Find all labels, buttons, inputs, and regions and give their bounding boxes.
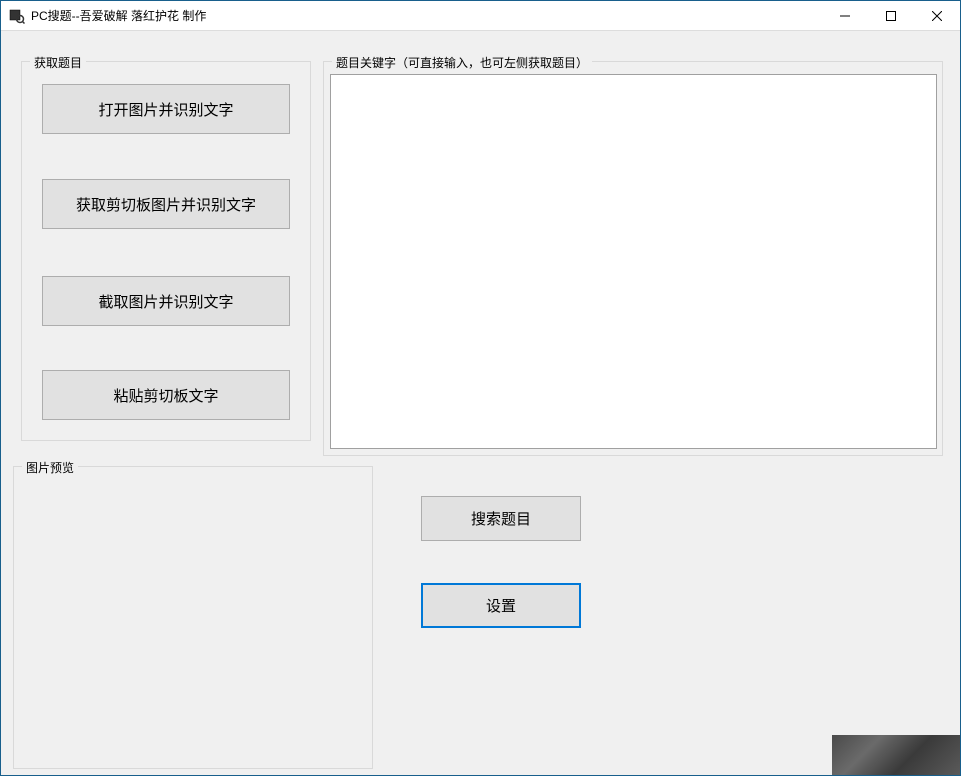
window-controls — [822, 1, 960, 30]
window-content: 获取题目 打开图片并识别文字 获取剪切板图片并识别文字 截取图片并识别文字 粘贴… — [1, 31, 960, 775]
app-window: PC搜题--吾爱破解 落红护花 制作 获取题目 打开图片并识别文字 获取剪切板图… — [0, 0, 961, 776]
paste-clipboard-text-button[interactable]: 粘贴剪切板文字 — [42, 370, 290, 420]
open-image-ocr-button[interactable]: 打开图片并识别文字 — [42, 84, 290, 134]
corner-decoration — [832, 735, 960, 775]
close-button[interactable] — [914, 1, 960, 30]
groupbox-image-preview: 图片预览 — [13, 466, 373, 769]
capture-image-ocr-button[interactable]: 截取图片并识别文字 — [42, 276, 290, 326]
minimize-button[interactable] — [822, 1, 868, 30]
groupbox-keyword: 题目关键字（可直接输入，也可左侧获取题目） — [323, 61, 943, 456]
search-question-button[interactable]: 搜索题目 — [421, 496, 581, 541]
groupbox-preview-label: 图片预览 — [22, 459, 78, 476]
groupbox-keyword-label: 题目关键字（可直接输入，也可左侧获取题目） — [332, 54, 592, 71]
app-icon — [9, 8, 25, 24]
titlebar: PC搜题--吾爱破解 落红护花 制作 — [1, 1, 960, 31]
maximize-button[interactable] — [868, 1, 914, 30]
keyword-textarea[interactable] — [330, 74, 937, 449]
window-title: PC搜题--吾爱破解 落红护花 制作 — [31, 7, 822, 24]
groupbox-acquire-question: 获取题目 打开图片并识别文字 获取剪切板图片并识别文字 截取图片并识别文字 粘贴… — [21, 61, 311, 441]
groupbox-acquire-label: 获取题目 — [30, 54, 86, 71]
clipboard-image-ocr-button[interactable]: 获取剪切板图片并识别文字 — [42, 179, 290, 229]
settings-button[interactable]: 设置 — [421, 583, 581, 628]
